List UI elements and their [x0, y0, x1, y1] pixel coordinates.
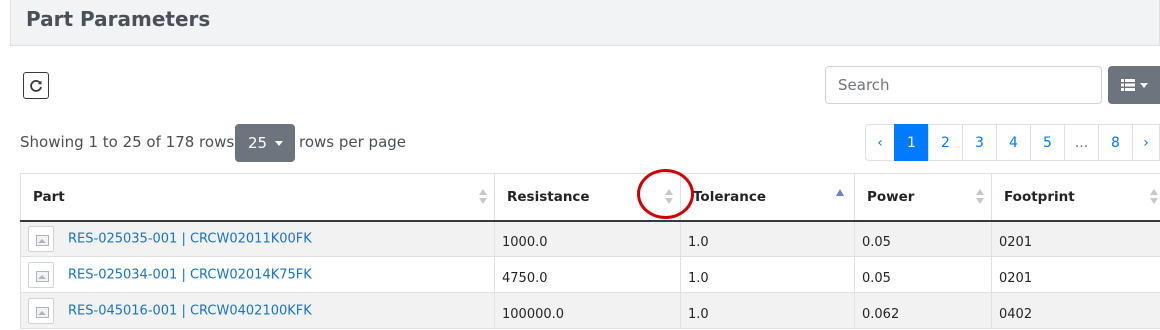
table-row: RES-025034-001 | CRCW02014K75FK 4750.0 1… [20, 256, 1160, 293]
column-header-label: Power [867, 188, 915, 205]
column-header-label: Part [33, 188, 65, 205]
image-placeholder-icon [28, 297, 54, 324]
page-button-2[interactable]: 2 [928, 124, 963, 161]
page-button-1[interactable]: 1 [894, 124, 929, 161]
pagination: ‹ 1 2 3 4 5 ... 8 › [865, 124, 1160, 161]
sort-both-icon [1150, 189, 1158, 205]
cell-tolerance: 1.0 [680, 256, 855, 293]
column-header-footprint[interactable]: Footprint [991, 173, 1160, 222]
refresh-button[interactable] [23, 72, 49, 99]
page-ellipsis: ... [1064, 124, 1099, 161]
cell-footprint: 0201 [991, 256, 1160, 293]
image-placeholder-icon [28, 225, 54, 252]
cell-resistance: 100000.0 [494, 292, 681, 329]
list-icon [1121, 79, 1135, 91]
page-button-3[interactable]: 3 [962, 124, 997, 161]
chevron-down-icon [275, 140, 284, 146]
image-placeholder-icon [28, 261, 54, 288]
cell-footprint: 0402 [991, 292, 1160, 329]
table-row: RES-045016-001 | CRCW0402100KFK 100000.0… [20, 292, 1160, 329]
columns-toggle-button[interactable] [1108, 66, 1160, 104]
column-header-label: Footprint [1004, 188, 1075, 205]
column-header-power[interactable]: Power [854, 173, 992, 222]
pagination-info: Showing 1 to 25 of 178 rows [20, 133, 235, 151]
cell-resistance: 4750.0 [494, 256, 681, 293]
cell-part: RES-025035-001 | CRCW02011K00FK [20, 220, 495, 257]
next-page-button[interactable]: › [1132, 124, 1160, 161]
cell-tolerance: 1.0 [680, 220, 855, 257]
rows-per-page-label: rows per page [299, 133, 407, 151]
panel-header: Part Parameters [10, 0, 1160, 46]
page-button-5[interactable]: 5 [1030, 124, 1065, 161]
sort-both-icon [976, 189, 984, 205]
prev-page-button[interactable]: ‹ [865, 124, 895, 161]
cell-power: 0.05 [854, 220, 992, 257]
search-input[interactable] [825, 66, 1102, 104]
cell-power: 0.062 [854, 292, 992, 329]
cell-footprint: 0201 [991, 220, 1160, 257]
cell-part: RES-025034-001 | CRCW02014K75FK [20, 256, 495, 293]
sort-both-icon [479, 189, 487, 205]
cell-part: RES-045016-001 | CRCW0402100KFK [20, 292, 495, 329]
page-size-value: 25 [248, 134, 268, 152]
column-header-label: Resistance [507, 188, 590, 205]
page-title: Part Parameters [26, 7, 211, 31]
chevron-down-icon [1140, 82, 1148, 88]
highlight-circle-annotation [637, 169, 694, 219]
page-size-dropdown[interactable]: 25 [235, 124, 295, 162]
page-button-8[interactable]: 8 [1098, 124, 1133, 161]
column-header-label: Tolerance [693, 188, 767, 205]
table-row: RES-025035-001 | CRCW02011K00FK 1000.0 1… [20, 220, 1160, 257]
sort-ascending-icon [836, 189, 844, 196]
part-link[interactable]: RES-045016-001 | CRCW0402100KFK [68, 303, 312, 318]
part-link[interactable]: RES-025034-001 | CRCW02014K75FK [68, 267, 312, 282]
parameters-table: Part Resistance Tolerance Power Footprin… [20, 173, 1160, 329]
page-button-4[interactable]: 4 [996, 124, 1031, 161]
column-header-part[interactable]: Part [20, 173, 495, 222]
cell-power: 0.05 [854, 256, 992, 293]
table-header-row: Part Resistance Tolerance Power Footprin… [20, 173, 1160, 222]
cell-resistance: 1000.0 [494, 220, 681, 257]
part-link[interactable]: RES-025035-001 | CRCW02011K00FK [68, 231, 312, 246]
column-header-tolerance[interactable]: Tolerance [680, 173, 855, 222]
cell-tolerance: 1.0 [680, 292, 855, 329]
refresh-icon [30, 79, 42, 92]
